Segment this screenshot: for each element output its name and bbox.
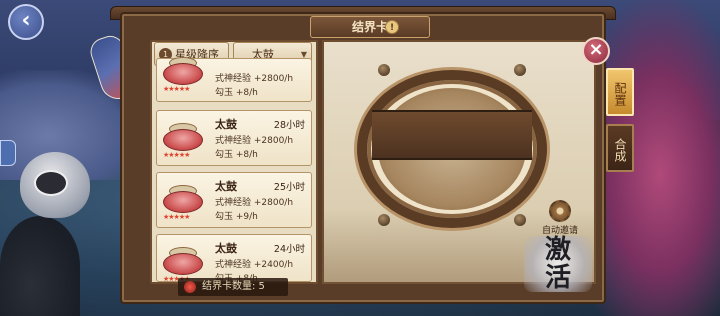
daruma-face [34,170,68,196]
card-exp: 式神经验 +2800/h [215,198,294,208]
card-count-label: 结界卡数量: 5 [202,281,265,292]
card-exp: 式神经验 +2400/h [215,260,294,270]
left-edge-tab[interactable] [0,140,16,166]
gear-icon [549,200,571,222]
star-rating: ★★★★★ [163,151,190,159]
frame-knob [378,64,390,76]
card-time: 28小时 [273,120,305,131]
daruma-decoration [20,152,90,218]
list-item[interactable]: ★★★★★ 式神经验 +2800/h 勾玉 +8/h [156,57,312,102]
card-time: 25小时 [273,182,305,193]
card-name: 太鼓 [215,180,237,193]
card-jade: 勾玉 +9/h [215,212,258,222]
card-name: 太鼓 [215,118,237,131]
drum-body [163,63,203,85]
page-title: 结界卡 [351,20,388,34]
star-rating: ★★★★★ [163,213,190,221]
card-count-bar: 结界卡数量: 5 [178,278,288,296]
taiko-drum-icon: ★★★★★ [161,51,205,95]
background-rock [0,216,80,316]
barrier-card-slot[interactable] [372,110,532,160]
star-rating: ★★★★★ [163,85,190,93]
list-item[interactable]: ★★★★★ 太鼓 28小时 式神经验 +2800/h 勾玉 +8/h [156,110,312,166]
card-exp: 式神经验 +2800/h [215,74,294,84]
back-arrow-icon: ‹ [21,8,31,33]
card-name: 太鼓 [215,242,237,255]
frame-knob [514,214,526,226]
activate-label-2: 活 [544,263,571,293]
card-jade: 勾玉 +8/h [215,150,258,160]
info-icon[interactable]: ! [385,20,399,34]
tab-combine[interactable]: 合成 [606,124,634,172]
drum-body [163,129,203,151]
panel-title-plate: 结界卡 ! [310,16,430,38]
taiko-drum-icon: ★★★★★ [161,117,205,161]
barrier-card-icon [184,281,196,293]
card-jade: 勾玉 +8/h [215,88,258,98]
activate-button[interactable]: 激 活 [524,236,592,292]
back-button[interactable]: ‹ [8,4,44,40]
close-button[interactable]: × [582,37,610,65]
auto-invite-button[interactable]: 自动邀请 [540,200,580,236]
card-exp: 式神经验 +2800/h [215,136,294,146]
frame-knob [378,214,390,226]
drum-body [163,253,203,275]
tab-configure[interactable]: 配置 [606,68,634,116]
close-x-icon: × [588,39,604,60]
frame-knob [514,64,526,76]
taiko-drum-icon: ★★★★★ [161,179,205,223]
activate-label-1: 激 [544,235,571,265]
list-item[interactable]: ★★★★★ 太鼓 24小时 式神经验 +2400/h 勾玉 +8/h [156,234,312,284]
drum-body [163,191,203,213]
card-time: 24小时 [273,244,305,255]
list-item[interactable]: ★★★★★ 太鼓 25小时 式神经验 +2800/h 勾玉 +9/h [156,172,312,228]
